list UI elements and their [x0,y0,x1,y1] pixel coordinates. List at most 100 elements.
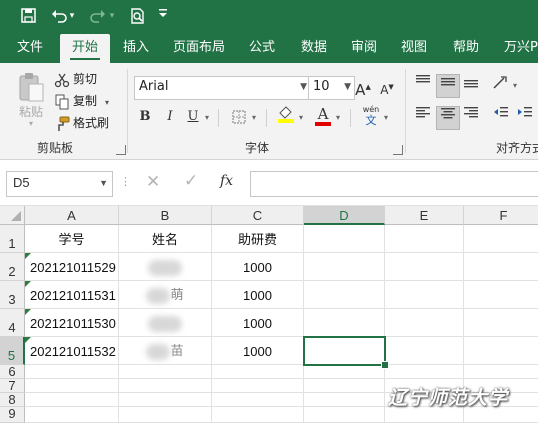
table-cell-id[interactable]: 202121011532 [25,337,119,365]
align-right-icon[interactable] [460,106,482,128]
column-header-c[interactable]: C [212,206,304,225]
formula-bar-grip-icon[interactable]: ⋮ [120,175,131,188]
table-cell-name[interactable]: 苗 [119,337,212,365]
cell-a7[interactable] [25,379,119,393]
table-cell-fee[interactable]: 1000 [212,281,304,309]
table-cell-name[interactable]: 萌 [119,281,212,309]
tab-review[interactable]: 审阅 [342,34,386,63]
row-header-9[interactable]: 9 [0,407,25,423]
select-all-corner[interactable] [0,206,25,225]
phonetic-guide-button[interactable]: wén 文 [360,105,382,129]
column-header-f[interactable]: F [464,206,538,225]
align-top-icon[interactable] [412,74,434,96]
orientation-icon[interactable] [490,74,512,96]
customize-icon[interactable] [156,4,170,28]
cell-d2[interactable] [304,253,385,281]
cell-d1[interactable] [304,225,385,253]
table-cell-id[interactable]: 202121011530 [25,309,119,337]
cell-b7[interactable] [119,379,212,393]
cell-c8[interactable] [212,393,304,407]
cell-a6[interactable] [25,365,119,379]
table-cell-id[interactable]: 202121011531 [25,281,119,309]
font-color-dropdown-icon[interactable]: ▾ [336,113,340,122]
header-cell-fee[interactable]: 助研费 [212,225,304,253]
cell-e3[interactable] [385,281,464,309]
cell-e5[interactable] [385,337,464,365]
cell-f2[interactable] [464,253,538,281]
cell-f3[interactable] [464,281,538,309]
tab-file[interactable]: 文件 [8,34,52,63]
cell-d8[interactable] [304,393,385,407]
paste-button[interactable]: 粘贴 ▾ [14,71,48,129]
format-painter-button[interactable]: 格式刷 [54,113,109,133]
cell-d4[interactable] [304,309,385,337]
cell-b8[interactable] [119,393,212,407]
cell-e1[interactable] [385,225,464,253]
cell-b9[interactable] [119,407,212,423]
font-color-icon[interactable]: A [312,104,334,126]
italic-button[interactable]: I [159,106,181,128]
table-cell-name[interactable] [119,309,212,337]
align-center-icon[interactable] [436,106,460,130]
row-header-4[interactable]: 4 [0,309,25,337]
fill-color-dropdown-icon[interactable]: ▾ [299,113,303,122]
tab-home[interactable]: 开始 [60,34,110,63]
cell-c9[interactable] [212,407,304,423]
undo-dropdown-icon[interactable]: ▾ [66,4,78,28]
increase-font-size-icon[interactable]: A▲ [352,76,374,99]
phonetic-dropdown-icon[interactable]: ▾ [384,113,388,122]
fill-color-icon[interactable] [275,104,297,126]
cell-f1[interactable] [464,225,538,253]
print-preview-icon[interactable] [125,4,149,28]
row-header-3[interactable]: 3 [0,281,25,309]
tab-data[interactable]: 数据 [292,34,336,63]
tab-formulas[interactable]: 公式 [240,34,284,63]
align-bottom-icon[interactable] [460,74,482,96]
column-header-d[interactable]: D [304,206,385,225]
table-cell-name[interactable] [119,253,212,281]
row-header-6[interactable]: 6 [0,365,25,379]
cell-a9[interactable] [25,407,119,423]
column-header-b[interactable]: B [119,206,212,225]
cut-button[interactable]: 剪切 [54,69,97,89]
borders-icon[interactable] [228,106,250,128]
borders-dropdown-icon[interactable]: ▾ [252,113,256,122]
copy-dropdown-icon[interactable]: ▾ [105,98,109,107]
column-header-e[interactable]: E [385,206,464,225]
copy-button[interactable]: 复制 ▾ [54,91,109,111]
row-header-1[interactable]: 1 [0,225,25,253]
clipboard-launcher-icon[interactable] [116,145,126,155]
cell-f4[interactable] [464,309,538,337]
underline-dropdown-icon[interactable]: ▾ [205,113,209,122]
table-cell-id[interactable]: 202121011529 [25,253,119,281]
font-launcher-icon[interactable] [393,145,403,155]
tab-insert[interactable]: 插入 [114,34,158,63]
cell-f6[interactable] [464,365,538,379]
row-header-8[interactable]: 8 [0,393,25,407]
formula-input[interactable] [250,171,538,197]
cell-d3[interactable] [304,281,385,309]
font-size-select[interactable]: 10 ▼ [308,76,355,100]
save-icon[interactable] [16,4,40,28]
decrease-indent-icon[interactable] [490,106,512,128]
table-cell-fee[interactable]: 1000 [212,253,304,281]
cell-d6[interactable] [304,365,385,379]
cell-e6[interactable] [385,365,464,379]
cell-c6[interactable] [212,365,304,379]
orientation-dropdown-icon[interactable]: ▾ [513,81,517,90]
cell-a8[interactable] [25,393,119,407]
row-header-2[interactable]: 2 [0,253,25,281]
active-cell-border[interactable] [303,336,386,366]
tab-help[interactable]: 帮助 [444,34,488,63]
cell-e2[interactable] [385,253,464,281]
cell-d9[interactable] [304,407,385,423]
name-box[interactable]: D5 ▼ [6,171,113,197]
cell-d7[interactable] [304,379,385,393]
font-name-select[interactable]: Arial ▼ [134,76,311,100]
align-left-icon[interactable] [412,106,434,128]
tab-view[interactable]: 视图 [392,34,436,63]
table-cell-fee[interactable]: 1000 [212,337,304,365]
header-cell-name[interactable]: 姓名 [119,225,212,253]
tab-page-layout[interactable]: 页面布局 [168,34,230,63]
decrease-font-size-icon[interactable]: A▼ [376,76,398,98]
